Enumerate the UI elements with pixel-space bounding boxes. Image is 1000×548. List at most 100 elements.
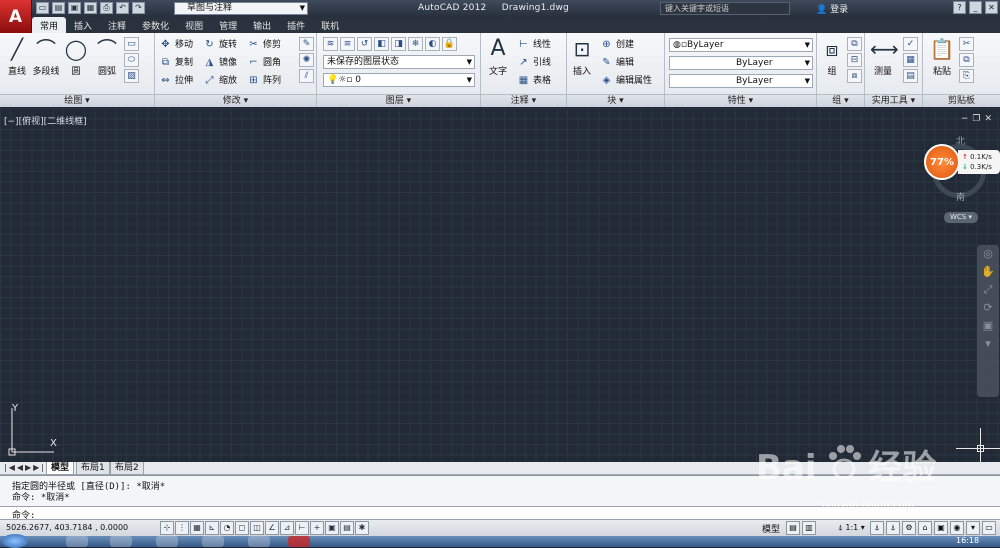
layout-tab-model[interactable]: 模型 [46, 462, 75, 475]
open-file-icon[interactable]: ▤ [52, 2, 65, 14]
undo-icon[interactable]: ↶ [116, 2, 129, 14]
memory-meter[interactable]: 77% [924, 144, 960, 180]
mirror-tool[interactable]: ◮ 镜像 [203, 56, 237, 70]
group-edit-icon[interactable]: ⊟ [847, 53, 862, 67]
circle-tool[interactable]: ◯ 圆 [61, 36, 91, 77]
table-tool[interactable]: ▦ 表格 [517, 74, 551, 88]
save-as-icon[interactable]: ▦ [84, 2, 97, 14]
clean-screen-icon[interactable]: ▭ [982, 521, 996, 535]
tab-view[interactable]: 视图 [177, 17, 211, 33]
edit-attributes-tool[interactable]: ◈ 编辑属性 [600, 74, 652, 88]
auto-scale-icon[interactable]: ⍋ [886, 521, 900, 535]
viewport-minimize-icon[interactable]: − [961, 114, 973, 124]
panel-draw-title[interactable]: 绘图 ▾ [0, 94, 154, 107]
ungroup-icon[interactable]: ⧉ [847, 37, 862, 51]
lock-icon[interactable]: ⌂ [918, 521, 932, 535]
annotation-visibility-icon[interactable]: ⍋ [870, 521, 884, 535]
move-tool[interactable]: ✥ 移动 [159, 38, 193, 52]
tab-plugins[interactable]: 插件 [279, 17, 313, 33]
text-tool[interactable]: A 文字 [483, 36, 513, 77]
quick-view-layouts-icon[interactable]: ▤ [786, 521, 800, 535]
navbar-options-icon[interactable]: ▾ [977, 335, 999, 353]
layer-lock-icon[interactable]: 🔒 [442, 37, 457, 51]
taskbar-autocad[interactable] [288, 536, 310, 547]
print-icon[interactable]: ⎙ [100, 2, 113, 14]
match-properties-icon[interactable]: ⎘ [959, 69, 974, 83]
orbit-icon[interactable]: ⟳ [977, 299, 999, 317]
layer-select[interactable]: 💡☼▫ 0 ▼ [323, 73, 475, 87]
rectangle-icon[interactable]: ▭ [124, 37, 139, 51]
ucs-dynamic-icon[interactable]: ⊿ [280, 521, 294, 535]
stretch-tool[interactable]: ⇔ 拉伸 [159, 74, 193, 88]
layer-freeze-icon[interactable]: ❄ [408, 37, 423, 51]
leader-tool[interactable]: ↗ 引线 [517, 56, 551, 70]
close-button[interactable]: ✕ [985, 1, 998, 14]
layer-state-select[interactable]: 未保存的图层状态 ▼ [323, 55, 475, 69]
panel-groups-title[interactable]: 组 ▾ [817, 94, 864, 107]
redo-icon[interactable]: ↷ [132, 2, 145, 14]
copy-clip-icon[interactable]: ⧉ [959, 53, 974, 67]
hatch-icon[interactable]: ▨ [124, 69, 139, 83]
workspace-switch-icon[interactable]: ⚙ [902, 521, 916, 535]
transparency-icon[interactable]: ▣ [325, 521, 339, 535]
layout-nav-arrows[interactable]: |◀◀▶▶| [4, 463, 46, 472]
infer-constraints-icon[interactable]: ⊹ [160, 521, 174, 535]
showmotion-icon[interactable]: ▣ [977, 317, 999, 335]
arc-tool[interactable]: ⌒ 圆弧 [92, 36, 122, 77]
fillet-tool[interactable]: ⌐ 圆角 [247, 56, 281, 70]
taskbar-app[interactable] [66, 536, 88, 547]
taskbar-app[interactable] [202, 536, 224, 547]
lineweight-select[interactable]: ByLayer ▼ [669, 74, 813, 88]
layer-isolate-icon[interactable]: ◧ [374, 37, 389, 51]
linetype-select[interactable]: ByLayer ▼ [669, 56, 813, 70]
app-menu-button[interactable]: A [0, 0, 32, 33]
copy-tool[interactable]: ⧉ 复制 [159, 56, 193, 70]
tab-home[interactable]: 常用 [32, 17, 67, 33]
layer-off-icon[interactable]: ◐ [425, 37, 440, 51]
measure-tool[interactable]: ⟷ 测量 [868, 36, 899, 77]
compass-south[interactable]: 南 [956, 190, 965, 203]
wcs-menu[interactable]: WCS ▾ [944, 212, 978, 223]
line-tool[interactable]: ╱ 直线 [2, 36, 32, 77]
drawing-viewport[interactable]: [−][俯视][二维线框] −❐✕ 北 南 77% ↑ 0.1K/s ↓ 0.3… [0, 108, 1000, 462]
panel-annotation-title[interactable]: 注释 ▾ [481, 94, 566, 107]
trim-tool[interactable]: ✂ 修剪 [247, 38, 281, 52]
hardware-acceleration-icon[interactable]: ▣ [934, 521, 948, 535]
polar-tracking-icon[interactable]: ◔ [220, 521, 234, 535]
viewport-close-icon[interactable]: ✕ [984, 114, 996, 124]
object-snap-icon[interactable]: ◻ [235, 521, 249, 535]
search-input[interactable]: 键入关键字或短语 [660, 2, 790, 15]
group-select-icon[interactable]: ⧇ [847, 69, 862, 83]
panel-utilities-title[interactable]: 实用工具 ▾ [865, 94, 922, 107]
status-menu-icon[interactable]: ▾ [966, 521, 980, 535]
new-file-icon[interactable]: ▭ [36, 2, 49, 14]
edit-block-tool[interactable]: ✎ 编辑 [600, 56, 634, 70]
layout-tab-layout1[interactable]: 布局1 [76, 462, 110, 475]
save-icon[interactable]: ▣ [68, 2, 81, 14]
tab-online[interactable]: 联机 [313, 17, 347, 33]
tab-output[interactable]: 输出 [245, 17, 279, 33]
tab-annotate[interactable]: 注释 [100, 17, 134, 33]
lineweight-toggle-icon[interactable]: + [310, 521, 324, 535]
panel-block-title[interactable]: 块 ▾ [567, 94, 664, 107]
rotate-tool[interactable]: ↻ 旋转 [203, 38, 237, 52]
taskbar-clock[interactable]: 16:18 [956, 536, 979, 545]
isolate-objects-icon[interactable]: ◉ [950, 521, 964, 535]
start-button[interactable] [2, 534, 28, 548]
insert-tool[interactable]: ⊡ 插入 [567, 36, 597, 77]
dynamic-input-icon[interactable]: ⊢ [295, 521, 309, 535]
cut-icon[interactable]: ✂ [959, 37, 974, 51]
cursor-coordinates[interactable]: 5026.2677, 403.7184 , 0.0000 [6, 523, 128, 532]
object-tracking-icon[interactable]: ∠ [265, 521, 279, 535]
calculator-icon[interactable]: ▦ [903, 53, 918, 67]
annotation-scale[interactable]: ⍋ 1:1 ▾ [838, 523, 865, 533]
panel-properties-title[interactable]: 特性 ▾ [665, 94, 816, 107]
ortho-icon[interactable]: ⊾ [205, 521, 219, 535]
panel-modify-title[interactable]: 修改 ▾ [155, 94, 316, 107]
panel-layers-title[interactable]: 图层 ▾ [317, 94, 480, 107]
ellipse-icon[interactable]: ⬭ [124, 53, 139, 67]
grid-icon[interactable]: ▦ [190, 521, 204, 535]
quick-properties-icon[interactable]: ▤ [340, 521, 354, 535]
viewport-restore-icon[interactable]: ❐ [972, 114, 984, 124]
group-tool[interactable]: ⧈ 组 [817, 36, 847, 77]
